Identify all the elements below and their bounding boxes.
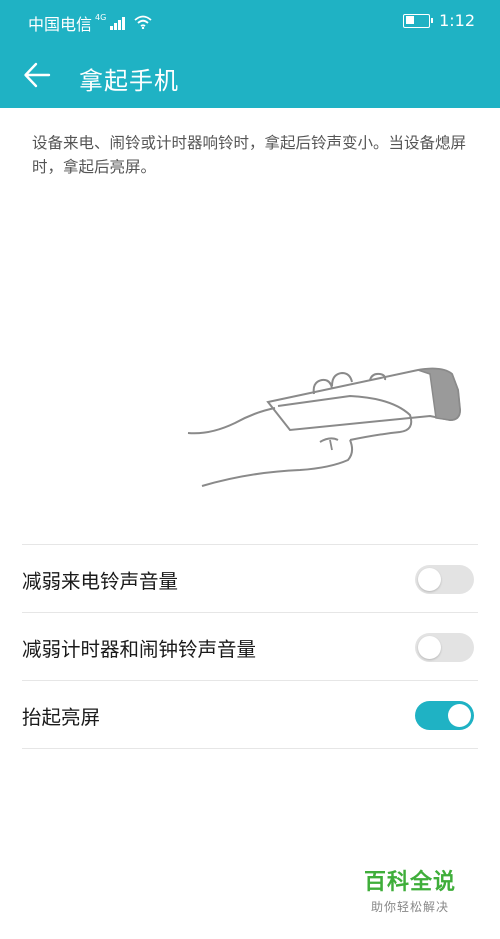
- watermark-title: 百科全说: [363, 870, 456, 895]
- clock: 1:12: [439, 11, 475, 30]
- signal-icon: [110, 16, 125, 30]
- feature-description: 设备来电、闹铃或计时器响铃时，拿起后铃声变小。当设备熄屏时，拿起后亮屏。: [32, 134, 467, 176]
- watermark-logo: 百科全说 助你轻松解决: [350, 864, 470, 915]
- pickup-illustration: [187, 367, 462, 487]
- setting-row-reduce-call-ringtone[interactable]: 减弱来电铃声音量: [0, 545, 500, 613]
- status-bar: 中国电信 4G 1:12: [0, 0, 500, 42]
- network-type: 4G: [95, 12, 107, 22]
- toolbar: 拿起手机: [0, 42, 500, 108]
- toggle-knob: [448, 703, 471, 727]
- raise-to-wake-toggle[interactable]: [415, 700, 474, 730]
- setting-row-reduce-alarm-ringtone[interactable]: 减弱计时器和闹钟铃声音量: [0, 613, 500, 681]
- battery-icon: [403, 13, 434, 28]
- arrow-left-icon: [24, 62, 51, 88]
- page-title: 拿起手机: [79, 67, 179, 95]
- toggle-knob: [418, 567, 441, 591]
- divider: [22, 748, 478, 749]
- setting-label: 减弱计时器和闹钟铃声音量: [22, 637, 257, 661]
- back-button[interactable]: [12, 50, 62, 100]
- wifi-icon: [134, 14, 152, 33]
- setting-label: 减弱来电铃声音量: [22, 569, 179, 593]
- toggle-knob: [418, 635, 441, 659]
- app-header: 中国电信 4G 1:12 拿起手机: [0, 0, 500, 108]
- setting-label: 抬起亮屏: [22, 705, 101, 729]
- reduce-alarm-ringtone-toggle[interactable]: [415, 632, 474, 662]
- status-left: 中国电信 4G: [28, 11, 152, 35]
- setting-row-raise-to-wake[interactable]: 抬起亮屏: [0, 681, 500, 749]
- carrier-name: 中国电信: [28, 15, 93, 34]
- battery-level: [405, 16, 414, 24]
- reduce-call-ringtone-toggle[interactable]: [415, 564, 474, 594]
- status-right: 1:12: [403, 11, 475, 30]
- watermark-subtitle: 助你轻松解决: [370, 900, 449, 914]
